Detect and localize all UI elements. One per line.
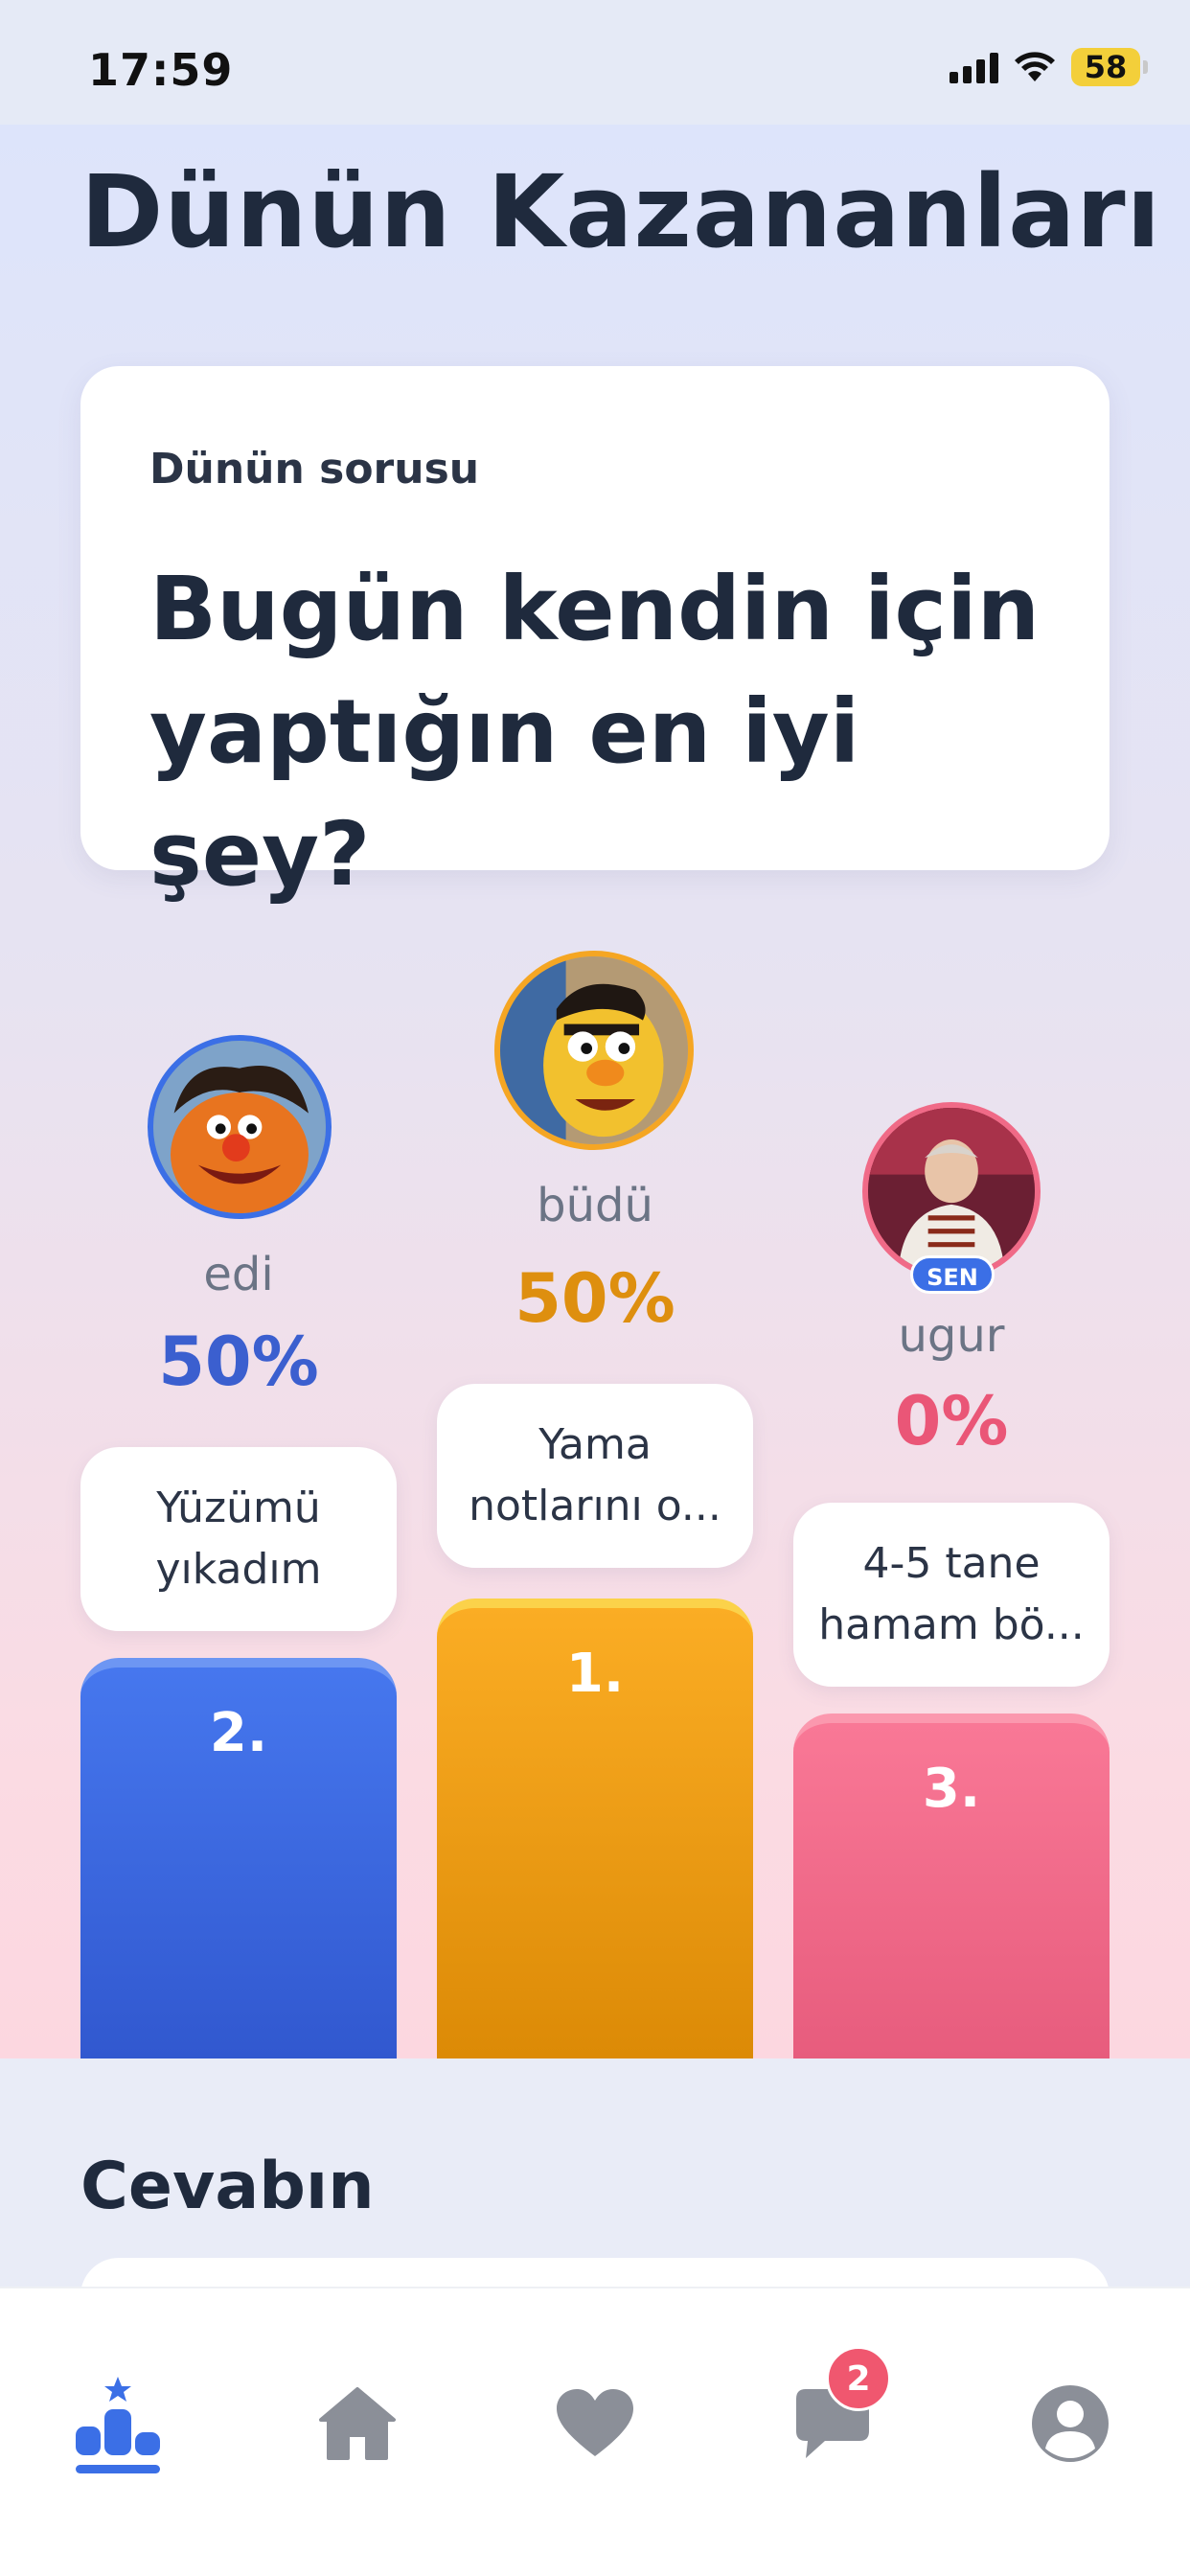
question-text: Bugün kendin için yaptığın en iyi şey? <box>149 558 1041 906</box>
podium-third: 3. <box>793 1714 1110 2058</box>
question-card: Dünün sorusu Bugün kendin için yaptığın … <box>80 366 1110 906</box>
messages-badge: 2 <box>826 2346 891 2411</box>
signal-icon <box>950 51 998 83</box>
tab-leaderboard[interactable] <box>65 2371 171 2476</box>
home-icon <box>319 2387 396 2460</box>
battery-icon: 58 <box>1071 48 1148 86</box>
podium-second: 2. <box>80 1658 397 2058</box>
you-badge: SEN <box>910 1255 995 1294</box>
winners-section: Dünün Kazananları Dünün sorusu Bugün ken… <box>0 125 1190 2058</box>
avatar-image <box>153 1041 326 1213</box>
player-percent: 50% <box>158 1322 319 1401</box>
avatar-image <box>868 1108 1035 1275</box>
status-icons: 58 <box>950 48 1148 86</box>
player-name: edi <box>203 1248 274 1301</box>
your-answer-title: Cevabın <box>80 2149 375 2224</box>
answer-bubble[interactable]: Yüzümü yıkadım <box>80 1447 397 1631</box>
page-title: Dünün Kazananları <box>80 153 1162 270</box>
status-bar: 17:59 58 <box>0 0 1190 125</box>
avatar-ugur[interactable] <box>862 1102 1041 1280</box>
status-time: 17:59 <box>88 44 234 96</box>
player-percent: 0% <box>894 1382 1009 1460</box>
tab-profile[interactable] <box>1018 2371 1123 2476</box>
wifi-icon <box>1015 52 1055 81</box>
question-label: Dünün sorusu <box>149 445 480 494</box>
podium-first: 1. <box>437 1598 753 2058</box>
avatar-edi[interactable] <box>148 1035 332 1219</box>
player-percent: 50% <box>515 1259 675 1338</box>
heart-icon <box>557 2389 633 2456</box>
avatar-image <box>500 956 688 1144</box>
player-name: büdü <box>537 1179 653 1232</box>
answer-bubble[interactable]: Yama notlarını o... <box>437 1384 753 1568</box>
podium-icon <box>76 2377 160 2473</box>
player-name: ugur <box>898 1309 1005 1363</box>
answer-bubble[interactable]: 4-5 tane hamam bö... <box>793 1503 1110 1687</box>
tab-home[interactable] <box>305 2371 410 2476</box>
avatar-budu[interactable] <box>494 951 694 1150</box>
tab-messages[interactable]: 2 <box>780 2346 891 2476</box>
user-icon <box>1032 2385 1109 2462</box>
tab-favorites[interactable] <box>542 2371 648 2476</box>
tab-bar: 2 <box>0 2287 1190 2576</box>
